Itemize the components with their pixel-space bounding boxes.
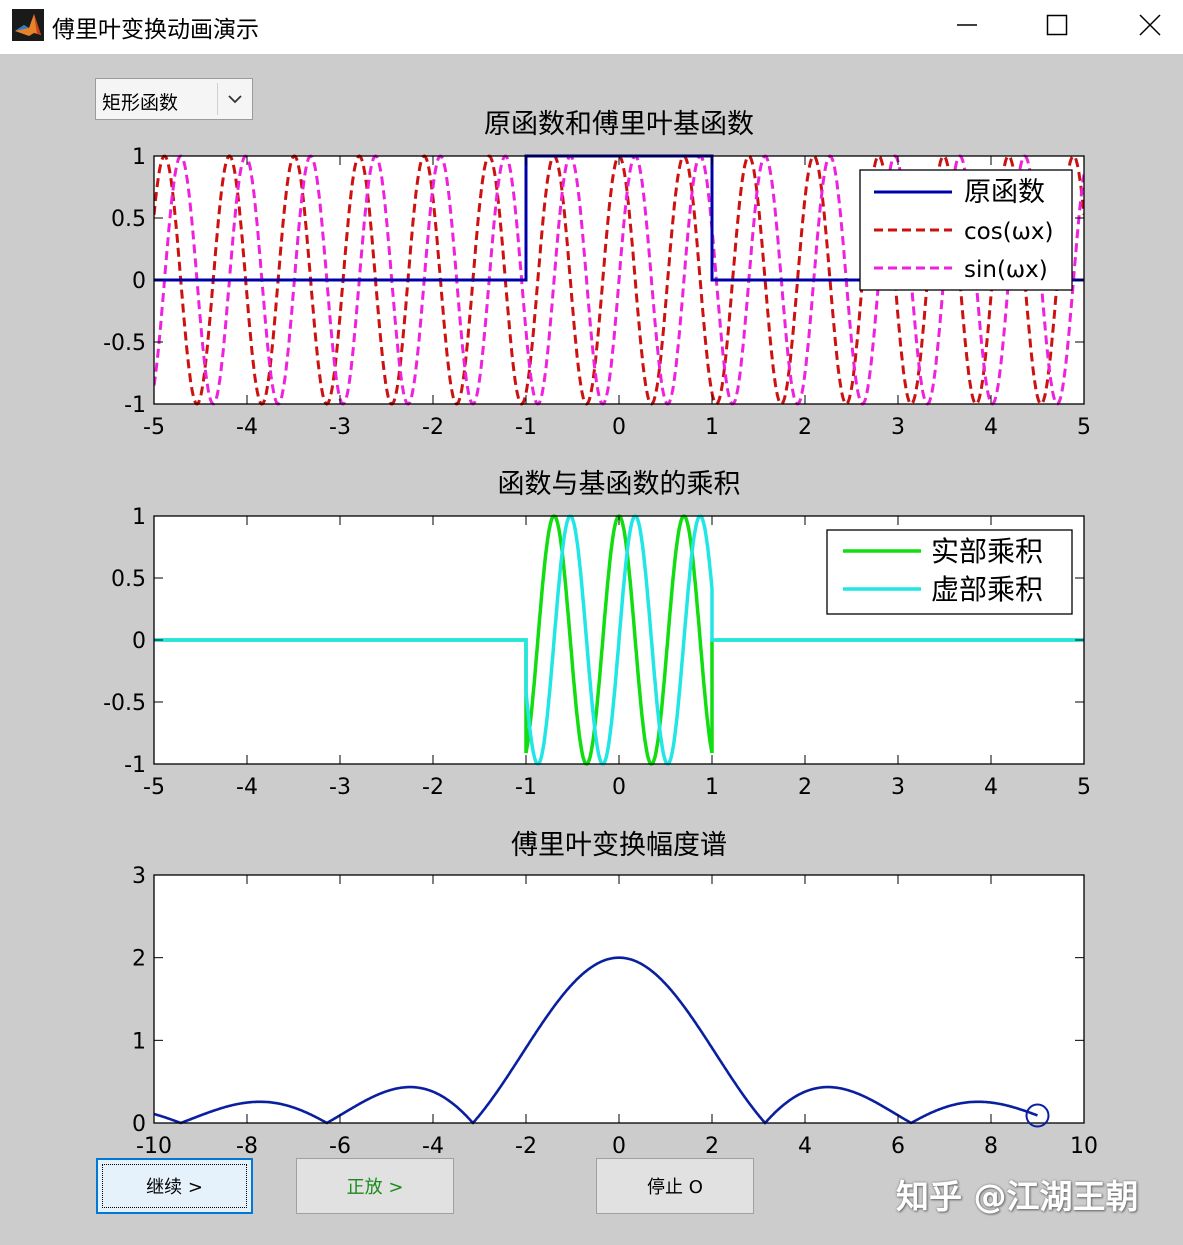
function-select-value: 矩形函数 — [102, 92, 179, 114]
chevron-down-icon[interactable] — [218, 79, 252, 119]
function-select[interactable]: 矩形函数 — [95, 78, 253, 120]
close-button[interactable] — [1120, 0, 1180, 50]
stop-button[interactable]: 停止 O — [596, 1158, 754, 1214]
minimize-icon — [957, 24, 977, 26]
focus-rect — [102, 1164, 247, 1208]
play-forward-button[interactable]: 正放 > — [296, 1158, 454, 1214]
play-forward-button-label: 正放 > — [346, 1177, 404, 1198]
maximize-icon — [1046, 14, 1068, 36]
watermark: 知乎 @江湖王朝 — [896, 1177, 1139, 1216]
close-icon — [1139, 14, 1161, 36]
maximize-button[interactable] — [1027, 0, 1087, 50]
minimize-button[interactable] — [937, 0, 997, 50]
window-title-bar: 傅里叶变换动画演示 — [0, 0, 1183, 54]
window-title: 傅里叶变换动画演示 — [52, 17, 259, 43]
figure-client-area — [0, 54, 1183, 1245]
stop-button-label: 停止 O — [647, 1177, 703, 1198]
continue-button[interactable]: 继续 > — [96, 1158, 253, 1214]
matlab-icon — [12, 9, 44, 41]
